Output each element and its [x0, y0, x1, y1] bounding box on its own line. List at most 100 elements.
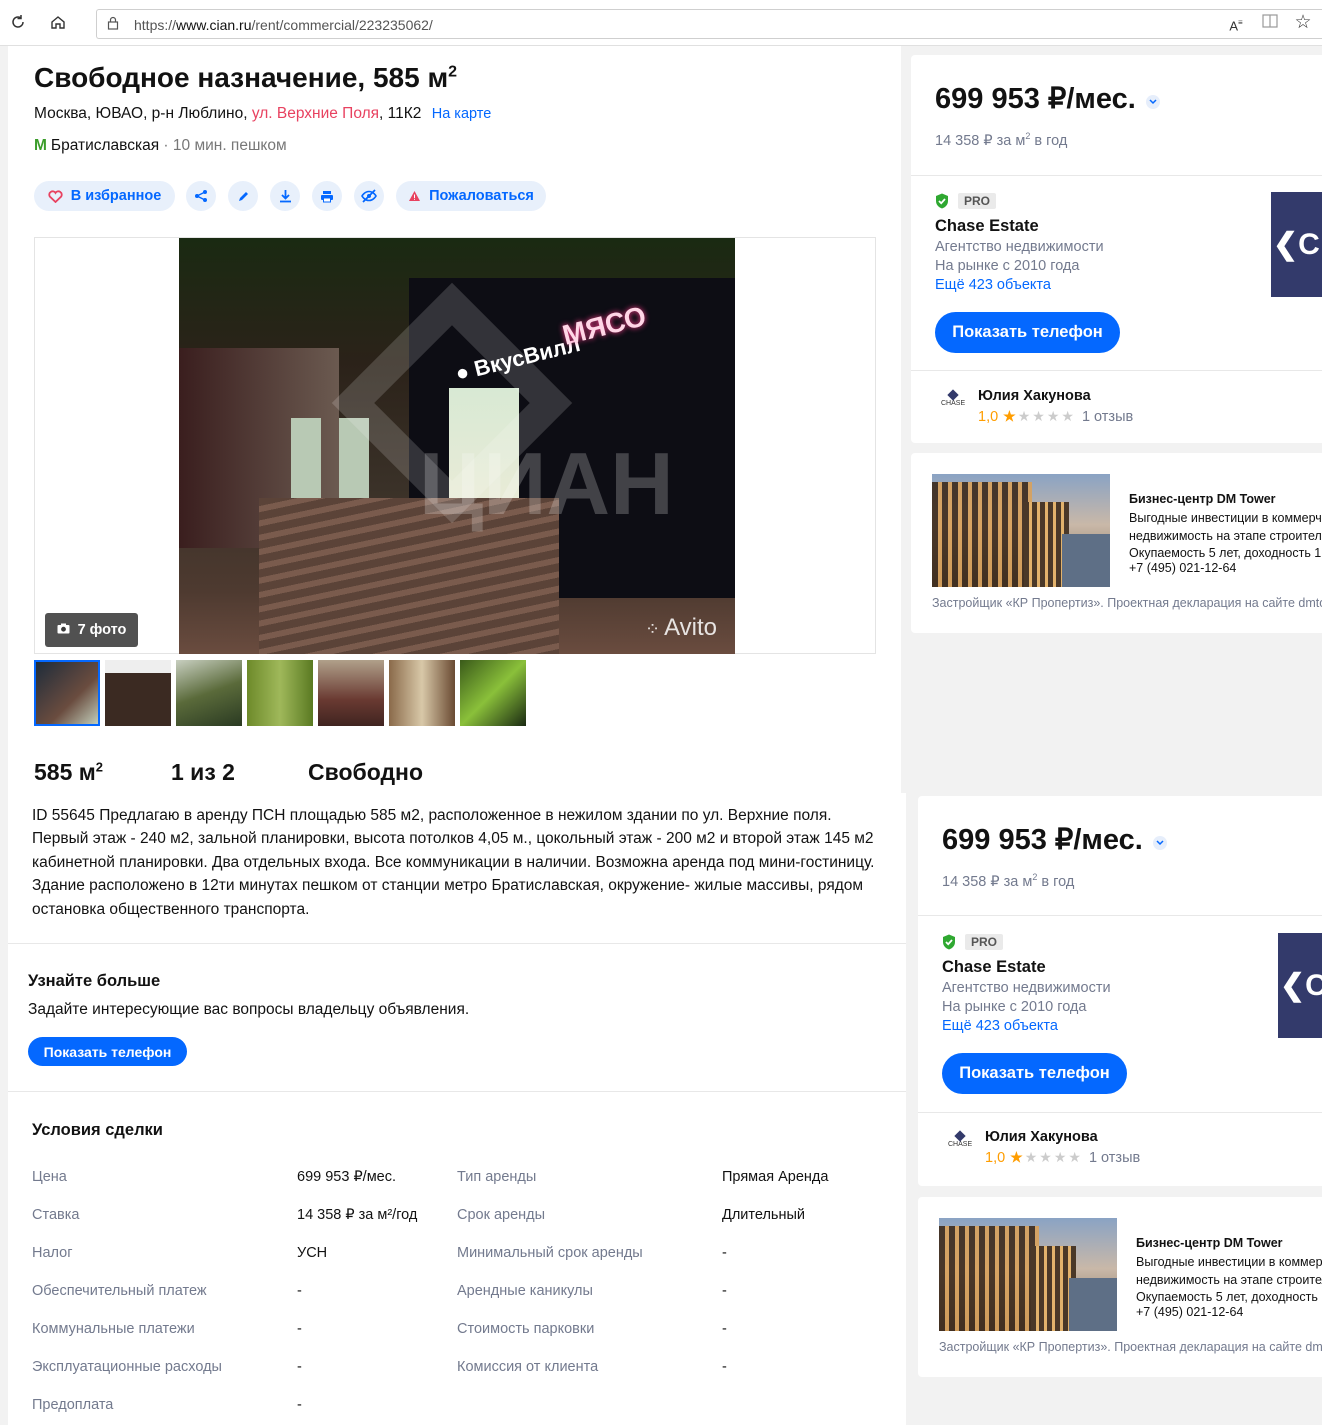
- term-value: Длительный: [722, 1207, 805, 1223]
- print-button[interactable]: [312, 181, 342, 211]
- url-text[interactable]: https://www.cian.ru/rent/commercial/2232…: [134, 17, 433, 33]
- rating-value: 1,0: [985, 1149, 1006, 1166]
- favorite-star-icon[interactable]: ☆: [1293, 13, 1313, 33]
- browser-toolbar: https://www.cian.ru/rent/commercial/2232…: [0, 0, 1322, 46]
- verified-shield-icon: [935, 193, 949, 209]
- term-label: Обеспечительный платеж: [32, 1283, 207, 1299]
- description-section: ID 55645 Предлагаю в аренду ПСН площадью…: [8, 793, 906, 943]
- agent-avatar: CHASE: [941, 389, 965, 413]
- agency-name[interactable]: Chase Estate: [935, 217, 1039, 236]
- thumbnail[interactable]: [318, 660, 384, 726]
- page-title: Свободное назначение, 585 м2: [34, 62, 458, 93]
- print-icon: [320, 190, 334, 203]
- address-bar[interactable]: https://www.cian.ru/rent/commercial/2232…: [96, 9, 1322, 39]
- agency-logo[interactable]: ❮C: [1278, 933, 1322, 1038]
- promo-image: [932, 474, 1110, 587]
- term-value: -: [722, 1359, 727, 1375]
- price-per-m2: 14 358 ₽ за м2 в год: [935, 131, 1068, 149]
- avito-watermark: ⁘ Avito: [645, 614, 718, 641]
- more-objects-link[interactable]: Ещё 423 объекта: [942, 1018, 1058, 1034]
- favorite-button[interactable]: В избранное: [34, 181, 175, 211]
- description-text: ID 55645 Предлагаю в аренду ПСН площадью…: [32, 807, 875, 918]
- refresh-icon[interactable]: [8, 13, 28, 33]
- avito-icon: ⁘: [645, 619, 661, 639]
- key-facts: 585 м2 1 из 2 Свободно: [34, 759, 423, 786]
- more-objects-link[interactable]: Ещё 423 объекта: [935, 277, 1051, 293]
- reviews-link[interactable]: 1 отзыв: [1082, 409, 1133, 425]
- thumbnail[interactable]: [34, 660, 100, 726]
- term-label: Комиссия от клиента: [457, 1359, 599, 1375]
- sidebar-contact-card: 699 953 ₽/мес. 14 358 ₽ за м2 в год PRO …: [911, 55, 1322, 443]
- term-label: Арендные каникулы: [457, 1283, 593, 1299]
- thumbnail[interactable]: [105, 660, 171, 726]
- term-label: Коммунальные платежи: [32, 1321, 195, 1337]
- complain-label: Пожаловаться: [429, 188, 534, 204]
- agency-name[interactable]: Chase Estate: [942, 958, 1046, 977]
- edit-icon: [237, 190, 250, 203]
- heart-icon: [48, 189, 63, 203]
- agent-name[interactable]: Юлия Хакунова: [985, 1129, 1098, 1145]
- reviews-link[interactable]: 1 отзыв: [1089, 1150, 1140, 1166]
- divider: [918, 1112, 1322, 1113]
- term-label: Ставка: [32, 1207, 80, 1223]
- complain-button[interactable]: Пожаловаться: [396, 181, 546, 211]
- reading-view-icon[interactable]: [1260, 13, 1280, 33]
- thumbnail[interactable]: [176, 660, 242, 726]
- term-value: -: [297, 1283, 302, 1299]
- agency-logo[interactable]: ❮C: [1271, 192, 1322, 297]
- deal-terms-title: Условия сделки: [32, 1121, 163, 1139]
- metro-icon: М: [34, 137, 47, 154]
- photo-window: [291, 418, 321, 508]
- hide-icon: [361, 189, 377, 203]
- hide-button[interactable]: [354, 181, 384, 211]
- divider: [911, 370, 1322, 371]
- promo-phone: +7 (495) 021-12-64: [1136, 1305, 1244, 1319]
- read-aloud-icon[interactable]: A≡: [1226, 13, 1246, 33]
- edit-button[interactable]: [228, 181, 258, 211]
- agent-avatar: CHASE: [948, 1130, 972, 1154]
- metro-walk-time: · 10 мин. пешком: [159, 137, 287, 154]
- term-value: -: [297, 1397, 302, 1413]
- promo-banner-2[interactable]: Бизнес-центр DM Tower Выгодные инвестици…: [918, 1197, 1322, 1377]
- metro-station-link[interactable]: Братиславская: [51, 137, 159, 154]
- download-icon: [279, 189, 292, 203]
- offer-main-panel: Свободное назначение, 585 м2 Москва, ЮВА…: [8, 46, 901, 793]
- promo-image: [939, 1218, 1117, 1331]
- promo-title: Бизнес-центр DM Tower: [1136, 1236, 1283, 1250]
- thumbnail[interactable]: [389, 660, 455, 726]
- promo-banner[interactable]: Бизнес-центр DM Tower Выгодные инвестици…: [911, 453, 1322, 633]
- learn-more-phone-button[interactable]: Показать телефон: [28, 1037, 187, 1066]
- term-value: УСН: [297, 1245, 328, 1261]
- address-house: , 11К2: [379, 105, 422, 122]
- verified-shield-icon: [942, 934, 956, 950]
- thumbnail-strip: [34, 660, 526, 726]
- download-button[interactable]: [270, 181, 300, 211]
- photo-count-label: 7 фото: [77, 622, 127, 638]
- chevron-down-icon[interactable]: [1145, 94, 1160, 109]
- metro-info: М Братиславская · 10 мин. пешком: [34, 137, 287, 155]
- promo-text: Выгодные инвестиции в коммерческуюнедвиж…: [1129, 511, 1322, 561]
- home-icon[interactable]: [48, 13, 68, 33]
- share-button[interactable]: [186, 181, 216, 211]
- thumbnail[interactable]: [460, 660, 526, 726]
- photo-gallery[interactable]: ЦИАН ● ВкусВилл МЯСО ⁘ Avito 7 фото: [34, 237, 876, 654]
- photo-count-button[interactable]: 7 фото: [45, 613, 138, 647]
- map-link[interactable]: На карте: [432, 106, 492, 122]
- pro-badge: PRO: [965, 934, 1003, 950]
- pro-badge: PRO: [958, 193, 996, 209]
- chevron-down-icon[interactable]: [1152, 835, 1167, 850]
- main-photo[interactable]: ЦИАН ● ВкусВилл МЯСО ⁘ Avito: [179, 238, 735, 654]
- term-label: Тип аренды: [457, 1169, 537, 1185]
- show-phone-button[interactable]: Показать телефон: [942, 1053, 1127, 1094]
- divider: [911, 175, 1322, 176]
- agent-rating: 1,0 ★★★★★ 1 отзыв: [978, 408, 1133, 425]
- show-phone-button[interactable]: Показать телефон: [935, 312, 1120, 353]
- agent-name[interactable]: Юлия Хакунова: [978, 388, 1091, 404]
- thumbnail[interactable]: [247, 660, 313, 726]
- lock-icon: [107, 16, 119, 30]
- address-street-link[interactable]: ул. Верхние Поля: [252, 105, 379, 122]
- address: Москва, ЮВАО, р-н Люблино, ул. Верхние П…: [34, 105, 491, 123]
- fact-area: 585 м2: [34, 759, 104, 785]
- price-per-m2: 14 358 ₽ за м2 в год: [942, 872, 1075, 890]
- rating-stars-icon: ★★★★★: [1010, 1149, 1083, 1165]
